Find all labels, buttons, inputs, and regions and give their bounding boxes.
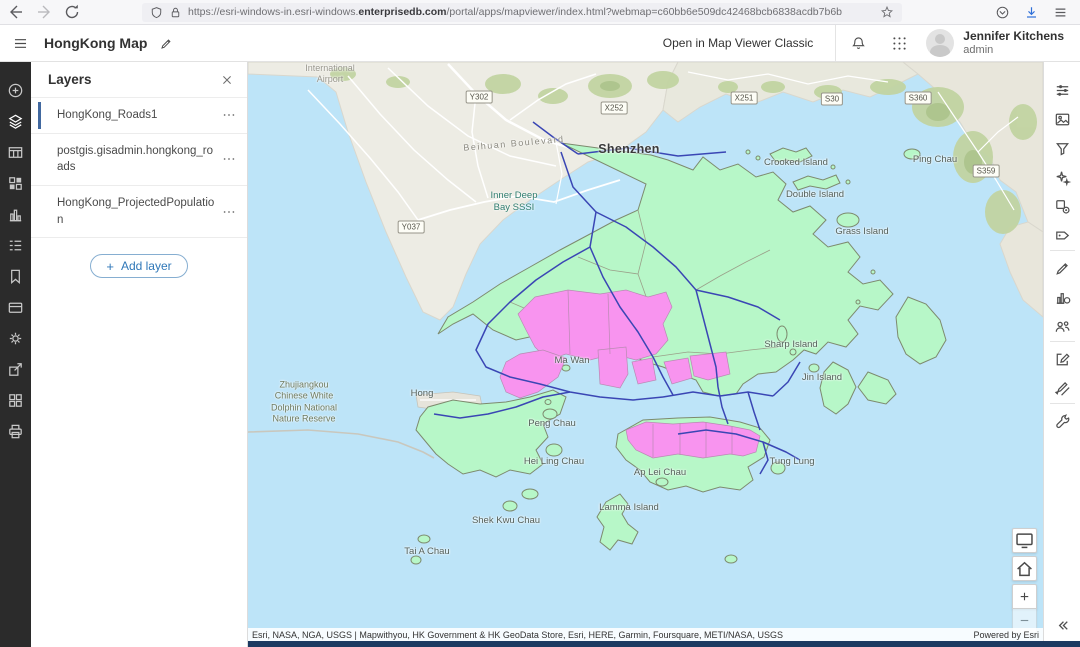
right-toolbar-aggregation-icon[interactable] xyxy=(1053,197,1072,216)
right-toolbar xyxy=(1043,62,1080,647)
attribution-text: Esri, NASA, NGA, USGS | Mapwithyou, HK G… xyxy=(252,630,783,640)
layer-item[interactable]: postgis.gisadmin.hongkong_roads xyxy=(31,134,247,186)
left-toolbar-print-icon[interactable] xyxy=(6,422,25,441)
right-toolbar-map-tools-icon[interactable] xyxy=(1053,412,1072,431)
right-toolbar-filter-icon[interactable] xyxy=(1053,139,1072,158)
user-avatar[interactable] xyxy=(926,29,954,57)
downloads-icon[interactable] xyxy=(1024,5,1039,20)
powered-by-esri: Powered by Esri xyxy=(973,630,1039,640)
collapse-toolbar-icon[interactable] xyxy=(1053,616,1072,635)
left-toolbar-basemap-icon[interactable] xyxy=(6,174,25,193)
browser-reload-button[interactable] xyxy=(60,2,84,22)
toolbar-divider xyxy=(1050,341,1075,342)
user-role: admin xyxy=(963,44,1064,57)
left-toolbar-share-icon[interactable] xyxy=(6,360,25,379)
map-title: HongKong Map xyxy=(44,35,147,51)
left-toolbar-bookmarks-icon[interactable] xyxy=(6,267,25,286)
tracking-shield-icon[interactable] xyxy=(150,6,163,19)
layer-options-icon[interactable] xyxy=(221,107,237,123)
edit-title-pencil-icon[interactable] xyxy=(159,36,174,51)
right-toolbar-charts-config-icon[interactable] xyxy=(1053,288,1072,307)
open-in-classic-link[interactable]: Open in Map Viewer Classic xyxy=(663,36,814,50)
url-text: https://esri-windows-in.esri-windows.ent… xyxy=(188,6,880,18)
notifications-bell-icon[interactable] xyxy=(850,35,867,52)
left-toolbar xyxy=(0,62,31,647)
left-toolbar-add-new-icon[interactable] xyxy=(6,81,25,100)
browser-forward-button[interactable] xyxy=(32,2,56,22)
layer-options-icon[interactable] xyxy=(221,204,237,220)
map-canvas[interactable] xyxy=(248,62,1043,637)
close-panel-icon[interactable] xyxy=(219,72,235,88)
right-toolbar-properties-icon[interactable] xyxy=(1053,81,1072,100)
right-toolbar-pop-ups-icon[interactable] xyxy=(1053,259,1072,278)
browser-menu-icon[interactable] xyxy=(1053,5,1068,20)
right-toolbar-effects-icon[interactable] xyxy=(1053,168,1072,187)
right-toolbar-edit-icon[interactable] xyxy=(1053,350,1072,369)
toolbar-divider xyxy=(1050,403,1075,404)
site-lock-icon[interactable] xyxy=(169,6,182,19)
app-menu-icon[interactable] xyxy=(0,35,40,52)
app-launcher-icon[interactable] xyxy=(891,35,908,52)
user-info[interactable]: Jennifer Kitchens admin xyxy=(963,30,1064,56)
layer-item[interactable]: HongKong_Roads1 xyxy=(31,98,247,134)
home-button[interactable] xyxy=(1012,556,1037,581)
left-toolbar-legend-icon[interactable] xyxy=(6,236,25,255)
layer-name: HongKong_ProjectedPopulation xyxy=(57,195,221,228)
user-name: Jennifer Kitchens xyxy=(963,30,1064,44)
toolbar-divider xyxy=(1050,250,1075,251)
plus-icon: + xyxy=(106,260,114,273)
map-attribution: Esri, NASA, NGA, USGS | Mapwithyou, HK G… xyxy=(248,628,1043,641)
address-bar[interactable]: https://esri-windows-in.esri-windows.ent… xyxy=(142,3,902,22)
left-toolbar-map-properties-icon[interactable] xyxy=(6,329,25,348)
browser-toolbar: https://esri-windows-in.esri-windows.ent… xyxy=(0,0,1080,25)
left-toolbar-save-icon[interactable] xyxy=(6,298,25,317)
add-layer-button[interactable]: +Add layer xyxy=(90,254,187,278)
app-header: HongKong Map Open in Map Viewer Classic … xyxy=(0,25,1080,62)
right-toolbar-sharing-icon[interactable] xyxy=(1053,317,1072,336)
layer-list: HongKong_Roads1 postgis.gisadmin.hongkong… xyxy=(31,98,247,238)
layer-item[interactable]: HongKong_ProjectedPopulation xyxy=(31,186,247,238)
right-toolbar-sketch-icon[interactable] xyxy=(1053,379,1072,398)
left-toolbar-tables-icon[interactable] xyxy=(6,143,25,162)
right-toolbar-labels-icon[interactable] xyxy=(1053,226,1072,245)
header-divider xyxy=(835,25,836,61)
left-toolbar-charts-icon[interactable] xyxy=(6,205,25,224)
layers-panel-title: Layers xyxy=(48,72,92,87)
left-toolbar-layers-icon[interactable] xyxy=(6,112,25,131)
bookmark-star-icon[interactable] xyxy=(880,5,894,19)
map-area[interactable]: International AirportBeihuan BoulevardSh… xyxy=(248,62,1043,647)
left-toolbar-apps-icon[interactable] xyxy=(6,391,25,410)
layer-options-icon[interactable] xyxy=(221,151,237,167)
right-toolbar-styles-icon[interactable] xyxy=(1053,110,1072,129)
window-bottom-strip xyxy=(248,641,1080,647)
layer-name: postgis.gisadmin.hongkong_roads xyxy=(57,143,221,176)
layers-panel: Layers HongKong_Roads1 postgis.gisadmin.h… xyxy=(31,62,248,647)
zoom-in-button[interactable] xyxy=(1012,584,1037,609)
browser-back-button[interactable] xyxy=(4,2,28,22)
full-extent-button[interactable] xyxy=(1012,528,1037,553)
pocket-icon[interactable] xyxy=(995,5,1010,20)
layer-name: HongKong_Roads1 xyxy=(57,107,163,124)
